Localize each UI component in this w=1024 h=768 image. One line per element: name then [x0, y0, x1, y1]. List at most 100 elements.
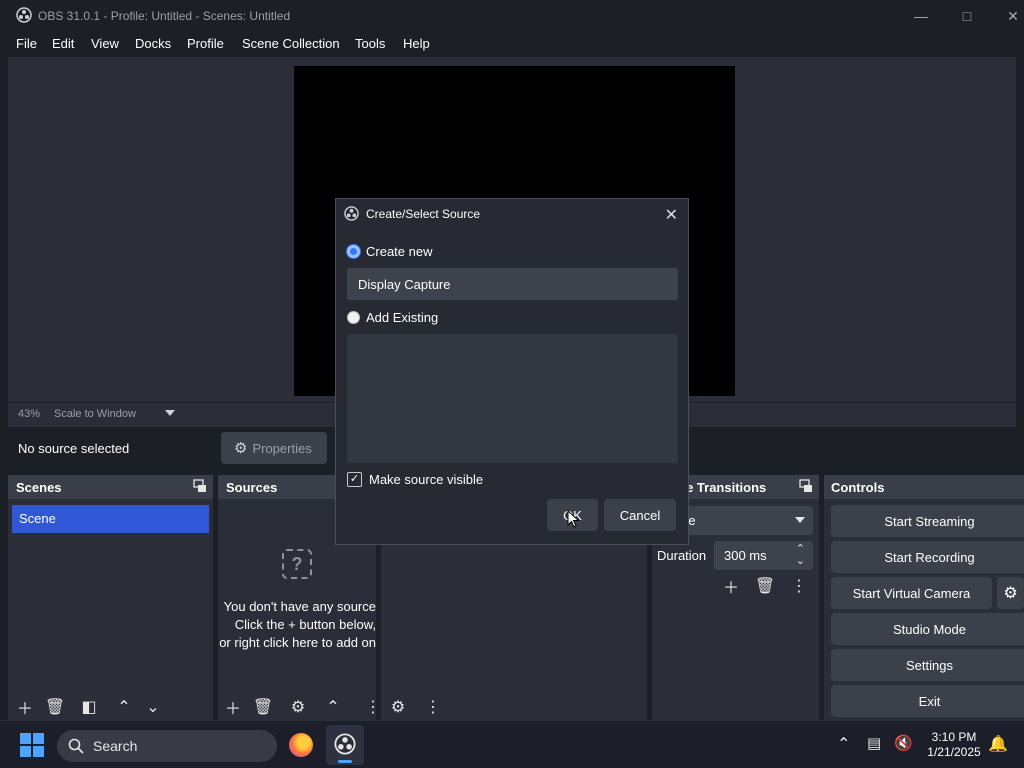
maximize-icon: □ [962, 8, 972, 24]
existing-sources-list[interactable] [347, 334, 678, 463]
arrow-up-icon: ⌃ [117, 699, 131, 716]
add-transition-button[interactable]: ＋ [720, 575, 742, 597]
menu-tools[interactable]: Tools [355, 36, 385, 51]
obs-icon [16, 7, 32, 23]
question-icon: ? [282, 549, 312, 579]
search-label: Search [93, 738, 138, 754]
studio-mode-button[interactable]: Studio Mode [831, 613, 1024, 645]
create-new-label: Create new [366, 244, 433, 259]
zoom-level: 43% [18, 408, 41, 420]
start-streaming-button[interactable]: Start Streaming [831, 505, 1024, 537]
trash-icon: 🗑 [44, 699, 66, 716]
remove-transition-button[interactable]: 🗑 [754, 575, 776, 597]
add-existing-label: Add Existing [366, 310, 439, 325]
controls-dock-header: Controls [824, 475, 1024, 499]
remove-scene-button[interactable]: 🗑 [44, 696, 66, 718]
move-source-up-button[interactable]: ⌃ [322, 696, 344, 718]
title-bar: OBS 31.0.1 - Profile: Untitled - Scenes:… [0, 0, 1024, 32]
search-box[interactable]: Search [57, 730, 277, 762]
menu-file[interactable]: File [16, 36, 37, 51]
time: 3:10 PM [931, 730, 977, 744]
chevron-down-icon[interactable]: ⌄ [796, 554, 805, 567]
network-icon[interactable]: ▤ [867, 734, 881, 752]
obs-icon [344, 206, 359, 221]
undock-icon[interactable] [799, 479, 813, 493]
window-title: OBS 31.0.1 - Profile: Untitled - Scenes:… [38, 9, 291, 23]
settings-icon: ⚙ [290, 699, 306, 716]
settings-icon: ⚙ [1003, 585, 1018, 602]
audio-mixer-toolbar: ⚙ ⋮ [381, 696, 647, 720]
properties-label: Properties [252, 440, 312, 456]
scenes-dock-header: Scenes [8, 475, 213, 499]
move-scene-down-button[interactable]: ⌄ [142, 696, 164, 718]
more-icon: ⋮ [791, 578, 807, 595]
controls-title: Controls [831, 480, 885, 495]
create-new-radio[interactable] [347, 245, 360, 258]
plus-icon: ＋ [224, 701, 241, 718]
firefox-icon[interactable] [289, 733, 313, 757]
mouse-cursor-icon [567, 510, 580, 528]
duration-spinbox[interactable]: 300 ms ⌃ ⌄ [714, 541, 813, 570]
undock-icon[interactable] [193, 479, 207, 493]
chevron-down-icon[interactable] [165, 410, 175, 416]
source-name-input[interactable]: Display Capture [347, 268, 678, 300]
menu-scene-collection[interactable]: Scene Collection [242, 36, 340, 51]
menu-profile[interactable]: Profile [187, 36, 224, 51]
create-select-source-dialog: Create/Select Source ✕ Create new Displa… [335, 198, 689, 545]
menu-view[interactable]: View [91, 36, 119, 51]
add-source-button[interactable]: ＋ [222, 696, 244, 718]
close-icon: ✕ [1007, 7, 1019, 24]
maximize-button[interactable]: □ [944, 0, 990, 32]
trash-icon: 🗑 [252, 699, 274, 716]
dialog-title: Create/Select Source [366, 207, 481, 221]
sources-title: Sources [226, 480, 278, 495]
start-virtual-camera-button[interactable]: Start Virtual Camera [831, 577, 992, 609]
menu-docks[interactable]: Docks [135, 36, 171, 51]
audio-more-button[interactable]: ⋮ [422, 696, 444, 718]
scenes-dock: Scenes Scene ＋ 🗑 ◧ ⌃ ⌄ [8, 475, 213, 720]
more-icon: ⋮ [425, 699, 441, 716]
active-indicator [338, 760, 352, 763]
sources-empty-line-1: You don't have any source [223, 599, 376, 614]
exit-button[interactable]: Exit [831, 685, 1024, 717]
chevron-down-icon [795, 517, 805, 523]
minimize-button[interactable]: — [898, 0, 944, 32]
scale-mode-select[interactable]: Scale to Window [54, 408, 136, 420]
source-properties-button[interactable]: ⚙ [287, 696, 309, 718]
sources-empty-line-3: or right click here to add on [219, 635, 376, 650]
remove-source-button[interactable]: 🗑 [252, 696, 274, 718]
duration-value: 300 ms [724, 548, 767, 563]
windows-icon[interactable] [20, 733, 44, 757]
make-visible-checkbox[interactable]: ✓ [347, 472, 362, 487]
properties-button[interactable]: ⚙ Properties [221, 432, 327, 464]
virtual-camera-settings-button[interactable]: ⚙ [997, 577, 1024, 609]
clock[interactable]: 3:10 PM 1/21/2025 [918, 730, 990, 760]
menu-bar: File Edit View Docks Profile Scene Colle… [0, 32, 1024, 56]
add-existing-radio[interactable] [347, 311, 360, 324]
move-scene-up-button[interactable]: ⌃ [113, 696, 135, 718]
settings-button[interactable]: Settings [831, 649, 1024, 681]
close-icon[interactable]: ✕ [665, 205, 678, 225]
plus-icon: ＋ [722, 580, 739, 597]
plus-icon: ＋ [16, 701, 33, 718]
scenes-toolbar: ＋ 🗑 ◧ ⌃ ⌄ [8, 696, 213, 720]
bell-icon[interactable]: 🔔 [988, 734, 1008, 754]
chevron-up-icon[interactable]: ⌃ [837, 734, 850, 754]
start-recording-button[interactable]: Start Recording [831, 541, 1024, 573]
scene-list-item[interactable]: Scene [12, 505, 209, 533]
minimize-icon: — [914, 8, 928, 24]
menu-edit[interactable]: Edit [52, 36, 74, 51]
scene-filters-button[interactable]: ◧ [78, 696, 100, 718]
date: 1/21/2025 [927, 745, 981, 759]
obs-taskbar-button[interactable] [326, 725, 364, 765]
cancel-button[interactable]: Cancel [604, 499, 676, 531]
close-window-button[interactable]: ✕ [990, 0, 1024, 32]
transition-more-button[interactable]: ⋮ [788, 575, 810, 597]
taskbar: Search ⌃ ▤ 🔇 3:10 PM 1/21/2025 🔔 [0, 720, 1024, 768]
volume-icon[interactable]: 🔇 [894, 734, 913, 752]
add-scene-button[interactable]: ＋ [14, 696, 36, 718]
filter-icon: ◧ [81, 699, 97, 716]
menu-help[interactable]: Help [403, 36, 430, 51]
audio-settings-button[interactable]: ⚙ [387, 696, 409, 718]
make-visible-label: Make source visible [369, 472, 484, 487]
